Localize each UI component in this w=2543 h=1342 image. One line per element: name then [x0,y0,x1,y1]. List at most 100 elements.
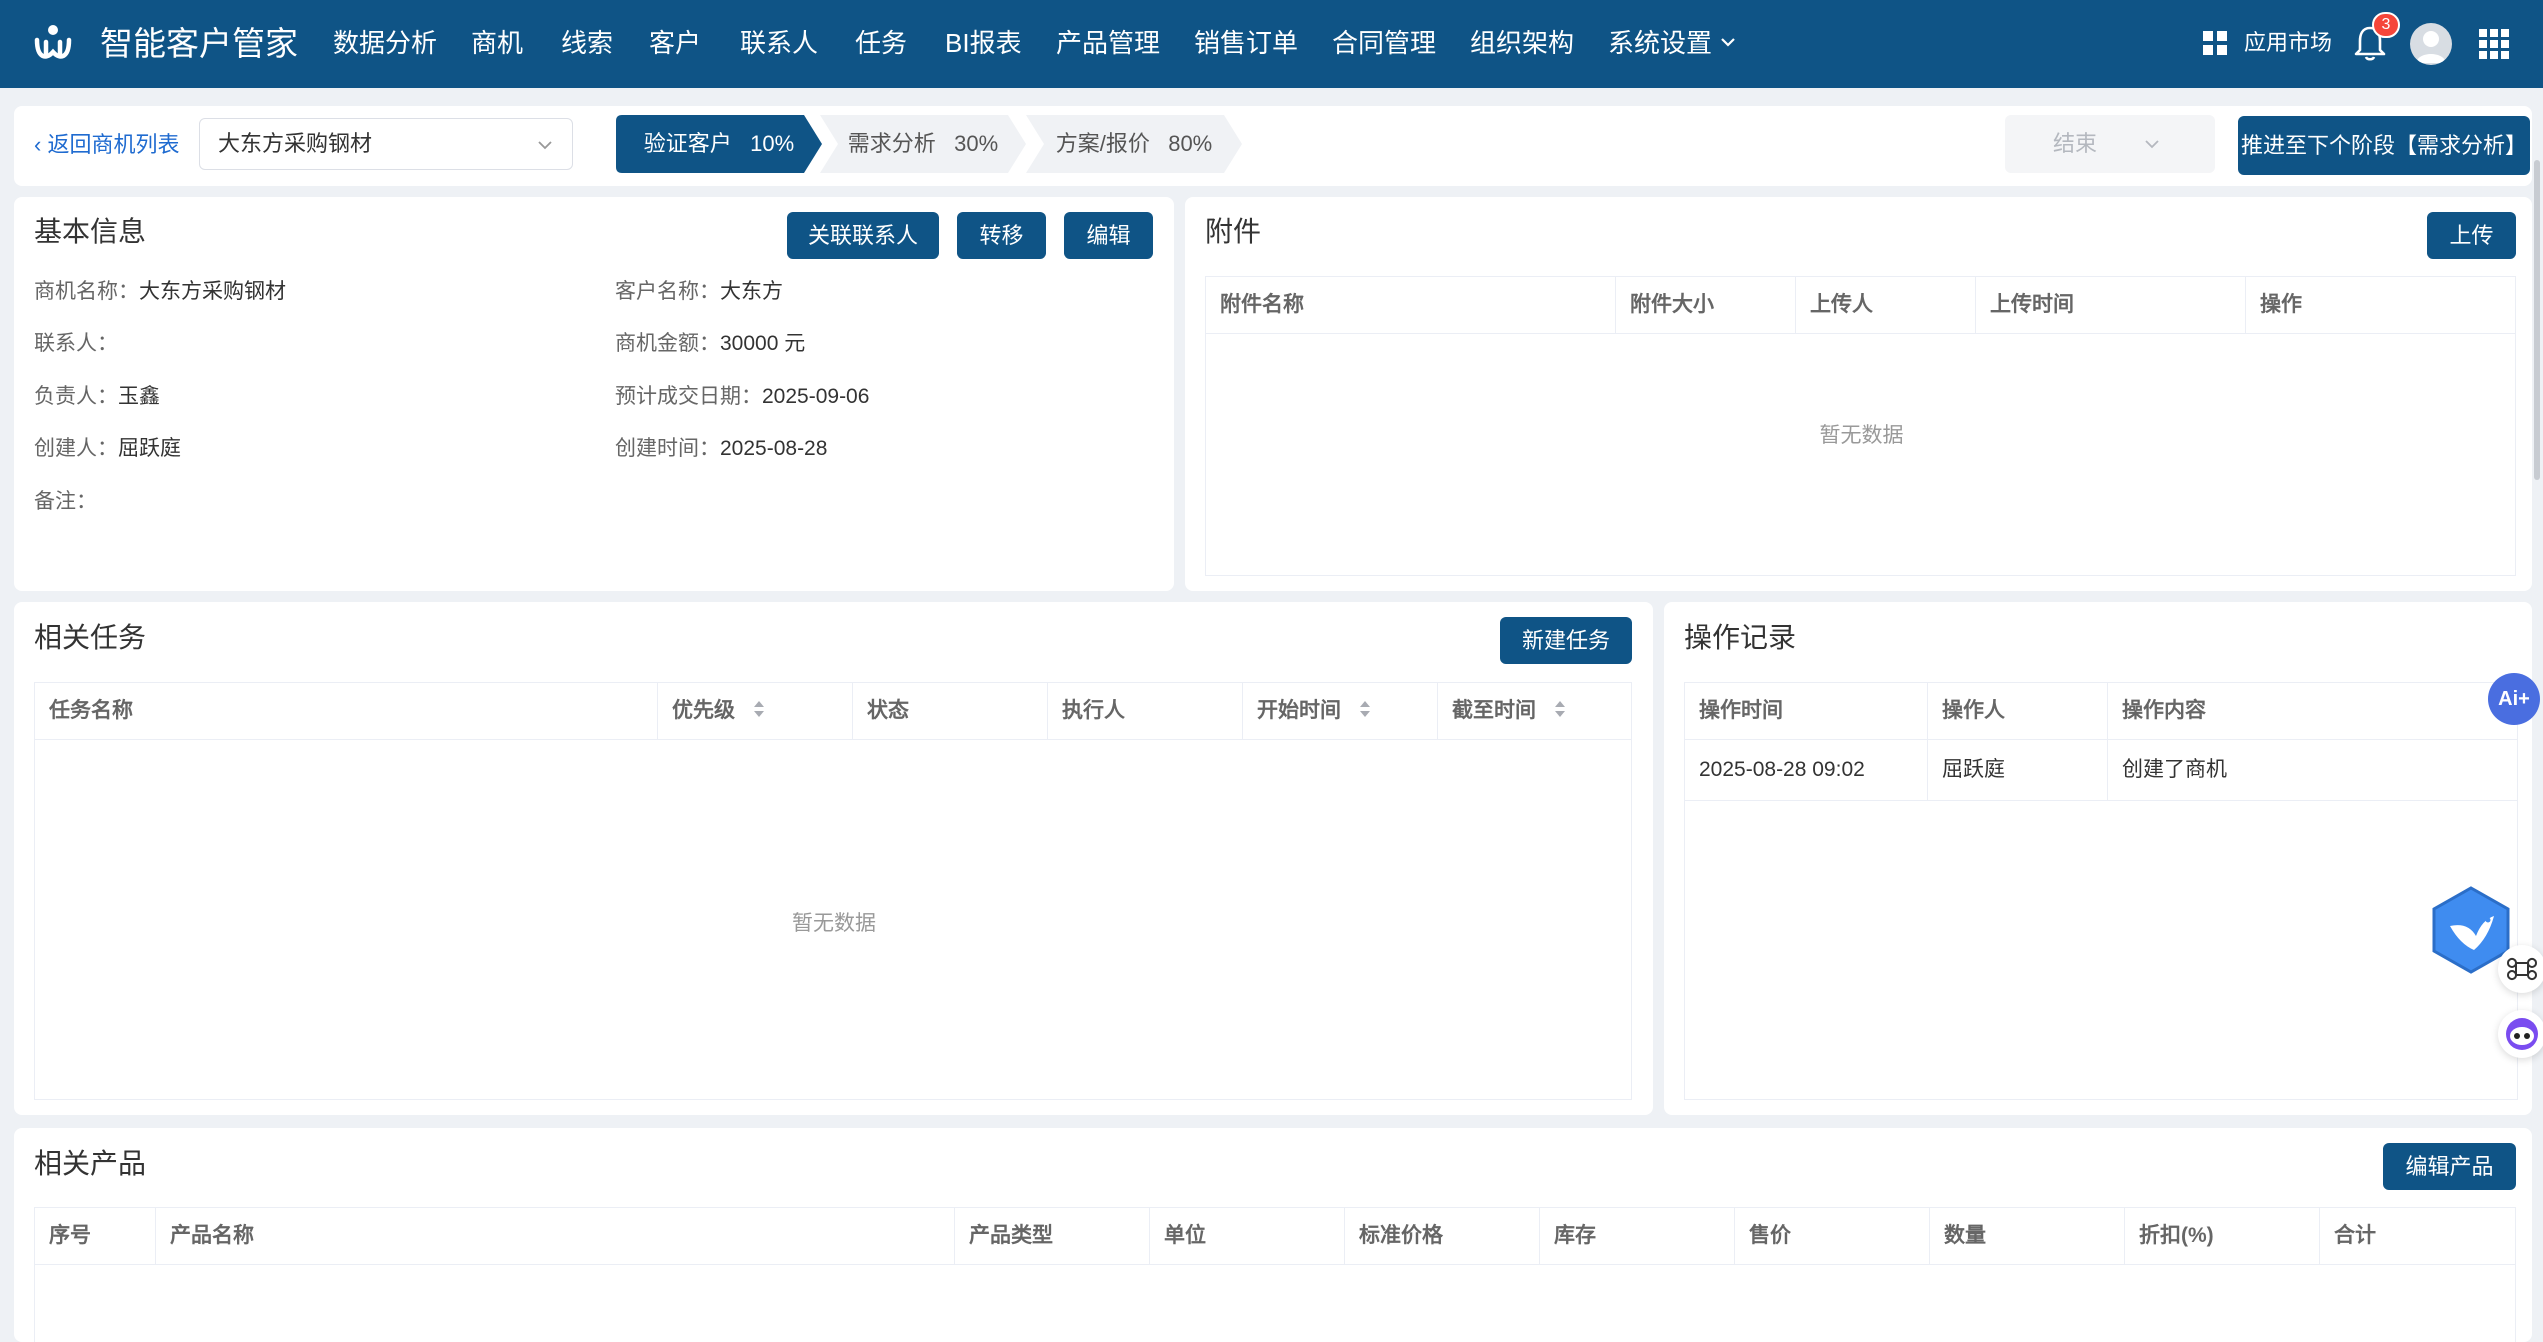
nav-bi-reports[interactable]: BI报表 [945,26,1022,60]
upload-button[interactable]: 上传 [2427,212,2516,259]
operation-log-table: 操作时间 操作人 操作内容 2025-08-28 09:02 屈跃庭 创建了商机 [1684,682,2518,1100]
attachments-table: 附件名称 附件大小 上传人 上传时间 操作 暂无数据 [1205,276,2516,576]
notification-badge: 3 [2372,12,2400,38]
column-header: 折扣(%) [2125,1208,2320,1264]
shortcut-tool-button[interactable] [2498,945,2543,993]
column-header: 状态 [853,683,1048,739]
table-header: 操作时间 操作人 操作内容 [1685,683,2517,740]
apps-grid-icon[interactable] [2478,28,2510,60]
column-header: 附件名称 [1206,277,1616,333]
app-market-icon[interactable] [2202,30,2228,56]
amount-field: 商机金额：30000 元 [615,332,806,355]
end-stage-select[interactable]: 结束 [2005,115,2215,173]
column-header: 操作时间 [1685,683,1928,739]
app-title: 智能客户管家 [100,25,298,62]
back-to-list-link[interactable]: ‹ 返回商机列表 [34,128,179,162]
table-header: 序号 产品名称 产品类型 单位 标准价格 库存 售价 数量 折扣(%) 合计 [35,1208,2515,1265]
stage-requirement-analysis[interactable]: 需求分析 30% [820,115,1026,173]
table-header: 任务名称 优先级 状态 执行人 开始时间 截至时间 [35,683,1631,740]
products-table: 序号 产品名称 产品类型 单位 标准价格 库存 售价 数量 折扣(%) 合计 [34,1207,2516,1342]
tasks-table: 任务名称 优先级 状态 执行人 开始时间 截至时间 暂无数据 [34,682,1632,1100]
chevron-left-icon: ‹ [34,132,42,157]
sort-icon[interactable] [1359,699,1371,719]
column-header-sortable[interactable]: 截至时间 [1438,683,1633,739]
edit-products-button[interactable]: 编辑产品 [2383,1143,2516,1190]
operation-log-title: 操作记录 [1684,622,1797,653]
new-task-button[interactable]: 新建任务 [1500,617,1632,664]
column-header: 操作人 [1928,683,2108,739]
app-logo-icon [34,25,72,59]
log-time-cell: 2025-08-28 09:02 [1685,740,1928,800]
column-header: 标准价格 [1345,1208,1540,1264]
edit-button[interactable]: 编辑 [1064,212,1153,259]
opportunity-name-field: 商机名称：大东方采购钢材 [34,280,286,303]
column-header-sortable[interactable]: 开始时间 [1243,683,1438,739]
top-navbar: 智能客户管家 数据分析 商机 线索 客户 联系人 任务 BI报表 产品管理 销售… [0,0,2543,88]
column-header: 产品名称 [156,1208,955,1264]
chevron-down-icon [2145,140,2159,149]
page-scrollbar[interactable] [2534,160,2540,480]
basic-info-title: 基本信息 [34,216,147,247]
stage-verify-customer[interactable]: 验证客户 10% [616,115,822,173]
remark-field: 备注： [34,490,97,513]
column-header: 执行人 [1048,683,1243,739]
column-header: 上传人 [1796,277,1976,333]
column-header: 操作内容 [2122,699,2206,722]
column-header: 售价 [1735,1208,1930,1264]
owner-field: 负责人：玉鑫 [34,385,160,408]
nav-tasks[interactable]: 任务 [855,26,907,60]
column-header: 操作 [2260,293,2302,316]
opportunity-select-value: 大东方采购钢材 [218,131,373,156]
advance-stage-button[interactable]: 推进至下个阶段【需求分析】 [2238,116,2530,175]
opportunity-select[interactable]: 大东方采购钢材 [199,118,573,170]
sort-icon[interactable] [753,699,765,719]
nav-system-settings[interactable]: 系统设置 [1608,26,1712,60]
empty-state: 暂无数据 [792,912,876,935]
created-time-field: 创建时间：2025-08-28 [615,437,828,460]
column-header: 产品类型 [955,1208,1150,1264]
chat-bot-button[interactable] [2498,1010,2543,1058]
contact-field: 联系人： [34,332,118,355]
nav-opportunity[interactable]: 商机 [471,26,523,60]
nav-organization[interactable]: 组织架构 [1470,26,1574,60]
customer-name-field: 客户名称：大东方 [615,280,783,303]
chevron-down-icon [538,141,552,150]
creator-field: 创建人：屈跃庭 [34,437,181,460]
column-header: 序号 [35,1208,156,1264]
nav-customers[interactable]: 客户 [649,26,701,60]
table-header: 附件名称 附件大小 上传人 上传时间 操作 [1206,277,2515,334]
log-operator-cell: 屈跃庭 [1928,740,2108,800]
user-icon [2416,31,2446,63]
nav-contracts[interactable]: 合同管理 [1332,26,1436,60]
ai-assistant-button[interactable]: Ai+ [2488,673,2540,725]
log-content-cell: 创建了商机 [2122,758,2227,781]
column-header: 附件大小 [1616,277,1796,333]
chevron-down-icon[interactable] [1718,32,1738,52]
robot-face-icon [2506,1018,2538,1050]
column-header: 上传时间 [1976,277,2246,333]
column-header: 任务名称 [35,683,658,739]
nav-contacts[interactable]: 联系人 [740,26,818,60]
user-avatar[interactable] [2410,23,2452,65]
column-header-sortable[interactable]: 优先级 [658,683,853,739]
column-header: 合计 [2334,1224,2376,1247]
transfer-button[interactable]: 转移 [957,212,1046,259]
nav-products[interactable]: 产品管理 [1056,26,1160,60]
end-stage-select-value: 结束 [2053,131,2098,156]
row-divider [1685,800,2517,801]
empty-state: 暂无数据 [1819,424,1904,447]
related-products-title: 相关产品 [34,1148,147,1179]
related-tasks-title: 相关任务 [34,622,147,653]
command-icon [2507,957,2537,981]
link-contact-button[interactable]: 关联联系人 [787,212,939,259]
column-header: 库存 [1540,1208,1735,1264]
nav-leads[interactable]: 线索 [561,26,613,60]
nav-data-analysis[interactable]: 数据分析 [333,26,437,60]
app-market-link[interactable]: 应用市场 [2244,28,2332,58]
stage-proposal-quote[interactable]: 方案/报价 80% [1026,115,1242,173]
sort-icon[interactable] [1554,699,1566,719]
attachments-title: 附件 [1205,216,1262,247]
expected-close-date-field: 预计成交日期：2025-09-06 [615,385,870,408]
column-header: 数量 [1930,1208,2125,1264]
nav-sales-orders[interactable]: 销售订单 [1194,26,1298,60]
